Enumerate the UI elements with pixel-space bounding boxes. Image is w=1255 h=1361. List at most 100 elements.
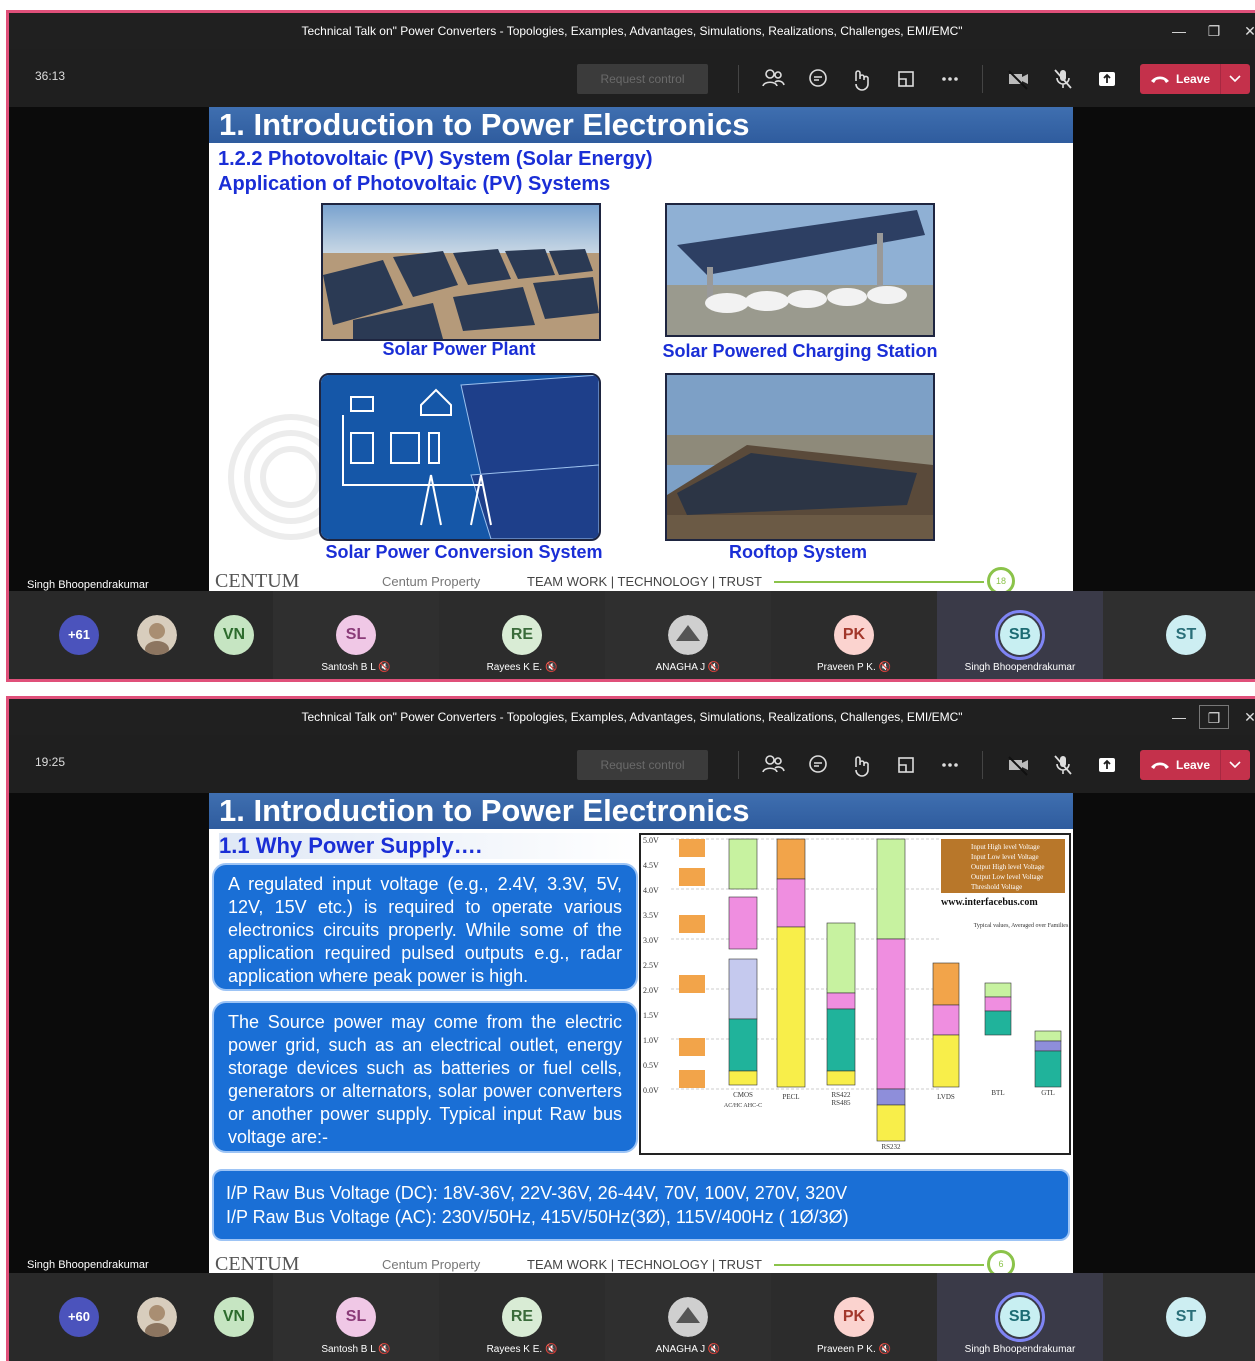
participant-tile[interactable]: RE Rayees K E. 🔇: [439, 1273, 605, 1361]
participant-tile-group: +61 VN: [9, 591, 273, 679]
participant-name: ANAGHA J 🔇: [655, 1344, 721, 1355]
y-tick-label: 3.0V: [643, 936, 659, 945]
call-timer: 36:13: [35, 69, 66, 83]
overflow-count[interactable]: +60: [59, 1297, 99, 1337]
meeting-toolbar: 36:13 Request control Leave: [9, 49, 1255, 107]
family-label: GTL: [1041, 1089, 1055, 1097]
family-label: CMOS: [733, 1091, 753, 1099]
y-tick-label: 3.5V: [643, 911, 659, 920]
more-options-icon[interactable]: [936, 65, 964, 93]
participant-strip: +61 VN SL Santosh B L 🔇 RE Rayees K E. 🔇…: [9, 591, 1255, 679]
leave-button[interactable]: Leave: [1140, 64, 1250, 94]
avatar: ST: [1166, 615, 1206, 655]
restore-icon[interactable]: ❐: [1199, 19, 1229, 43]
legend-entry: Threshold Voltage: [971, 883, 1022, 891]
avatar: RE: [502, 1297, 542, 1337]
camera-off-icon[interactable]: [1004, 751, 1032, 779]
slide-subtitle: 1.1 Why Power Supply….: [219, 833, 639, 859]
participant-tile[interactable]: ANAGHA J 🔇: [605, 1273, 771, 1361]
y-tick-label: 1.0V: [643, 1036, 659, 1045]
solar-charging-station-image: [665, 203, 935, 337]
people-icon[interactable]: [759, 751, 787, 779]
participant-tile[interactable]: PK Praveen P K. 🔇: [771, 1273, 937, 1361]
chevron-down-icon[interactable]: [1228, 760, 1242, 770]
shared-slide: 1. Introduction to Power Electronics 1.2…: [209, 107, 1073, 596]
paragraph-1: A regulated input voltage (e.g., 2.4V, 3…: [228, 874, 622, 986]
avatar: SB: [1000, 615, 1040, 655]
text-box-2: The Source power may come from the elect…: [212, 1001, 638, 1153]
window-title: Technical Talk on" Power Converters - To…: [301, 24, 963, 38]
rooms-icon[interactable]: [892, 65, 920, 93]
caption-solar-charging-station: Solar Powered Charging Station: [662, 341, 938, 361]
caption-solar-power-plant: Solar Power Plant: [382, 339, 536, 359]
family-label: LVDS: [937, 1093, 955, 1101]
paragraph-2: The Source power may come from the elect…: [228, 1012, 622, 1147]
y-tick-label: 5.0V: [643, 836, 659, 845]
restore-icon[interactable]: ❐: [1199, 705, 1229, 729]
centum-logo: CENTUM: [215, 570, 300, 592]
text-box-1: A regulated input voltage (e.g., 2.4V, 3…: [212, 863, 638, 991]
footer-motto: TEAM WORK | TECHNOLOGY | TRUST: [527, 1257, 763, 1272]
minimize-icon[interactable]: —: [1164, 19, 1194, 43]
mic-off-icon[interactable]: [1049, 65, 1077, 93]
separator: [982, 751, 983, 779]
close-icon[interactable]: ✕: [1235, 19, 1255, 43]
separator: [738, 751, 739, 779]
share-screen-icon[interactable]: [1093, 751, 1121, 779]
legend-entry: Output Low level Voltage: [971, 873, 1043, 881]
participant-tile[interactable]: ST: [1103, 1273, 1255, 1361]
participant-tile[interactable]: ST: [1103, 591, 1255, 679]
avatar[interactable]: VN: [214, 615, 254, 655]
y-tick-label: 0.0V: [643, 1086, 659, 1095]
family-label: RS422: [831, 1091, 851, 1099]
participant-name: ANAGHA J 🔇: [655, 662, 721, 673]
participant-tile-speaking[interactable]: SB Singh Bhoopendrakumar: [937, 1273, 1103, 1361]
participant-tile[interactable]: PK Praveen P K. 🔇: [771, 591, 937, 679]
overflow-count[interactable]: +61: [59, 615, 99, 655]
cmos-sub-label: AC/HC AHC-C: [724, 1103, 762, 1109]
leave-button[interactable]: Leave: [1140, 750, 1250, 780]
slide-title: 1. Introduction to Power Electronics: [209, 793, 1073, 829]
y-tick-label: 0.5V: [643, 1061, 659, 1070]
participant-tile[interactable]: ANAGHA J 🔇: [605, 591, 771, 679]
camera-off-icon[interactable]: [1004, 65, 1032, 93]
close-icon[interactable]: ✕: [1235, 705, 1255, 729]
avatar-photo[interactable]: [137, 1297, 177, 1337]
chat-icon[interactable]: [804, 65, 832, 93]
chevron-down-icon[interactable]: [1228, 74, 1242, 84]
reactions-icon[interactable]: [848, 751, 876, 779]
footer-motto: TEAM WORK | TECHNOLOGY | TRUST: [527, 574, 763, 589]
participant-tile-group: +60 VN: [9, 1273, 273, 1361]
slide-title: 1. Introduction to Power Electronics: [209, 107, 1073, 143]
more-options-icon[interactable]: [936, 751, 964, 779]
presenter-name: Singh Bhoopendrakumar: [27, 1259, 149, 1271]
hang-up-icon: [1151, 76, 1169, 83]
footer-line: [774, 1264, 984, 1266]
minimize-icon[interactable]: —: [1164, 705, 1194, 729]
chat-icon[interactable]: [804, 751, 832, 779]
participant-tile[interactable]: SL Santosh B L 🔇: [273, 591, 439, 679]
avatar[interactable]: VN: [214, 1297, 254, 1337]
people-icon[interactable]: [759, 65, 787, 93]
participant-name: Praveen P K. 🔇: [817, 662, 891, 673]
presentation-stage: 1. Introduction to Power Electronics 1.2…: [9, 107, 1255, 596]
rooms-icon[interactable]: [892, 751, 920, 779]
footer-line: [774, 581, 984, 583]
participant-tile-speaking[interactable]: SB Singh Bhoopendrakumar: [937, 591, 1103, 679]
logic-levels-chart: 5.0V 4.5V 4.0V 3.5V 3.0V 2.5V 2.0V 1.5V 1.0V 0.5V…: [639, 833, 1071, 1155]
mic-off-icon[interactable]: [1049, 751, 1077, 779]
participant-name: Praveen P K. 🔇: [817, 1344, 891, 1355]
participant-tile[interactable]: RE Rayees K E. 🔇: [439, 591, 605, 679]
participant-name: Singh Bhoopendrakumar: [964, 1344, 1076, 1355]
y-tick-label: 2.0V: [643, 986, 659, 995]
request-control-button[interactable]: Request control: [577, 64, 708, 94]
share-screen-icon[interactable]: [1093, 65, 1121, 93]
leave-label: Leave: [1176, 72, 1211, 86]
meeting-toolbar: 19:25 Request control Leave: [9, 735, 1255, 793]
avatar-photo[interactable]: [137, 615, 177, 655]
participant-tile[interactable]: SL Santosh B L 🔇: [273, 1273, 439, 1361]
y-tick-label: 1.5V: [643, 1011, 659, 1020]
presenter-name: Singh Bhoopendrakumar: [27, 579, 149, 591]
reactions-icon[interactable]: [848, 65, 876, 93]
request-control-button[interactable]: Request control: [577, 750, 708, 780]
